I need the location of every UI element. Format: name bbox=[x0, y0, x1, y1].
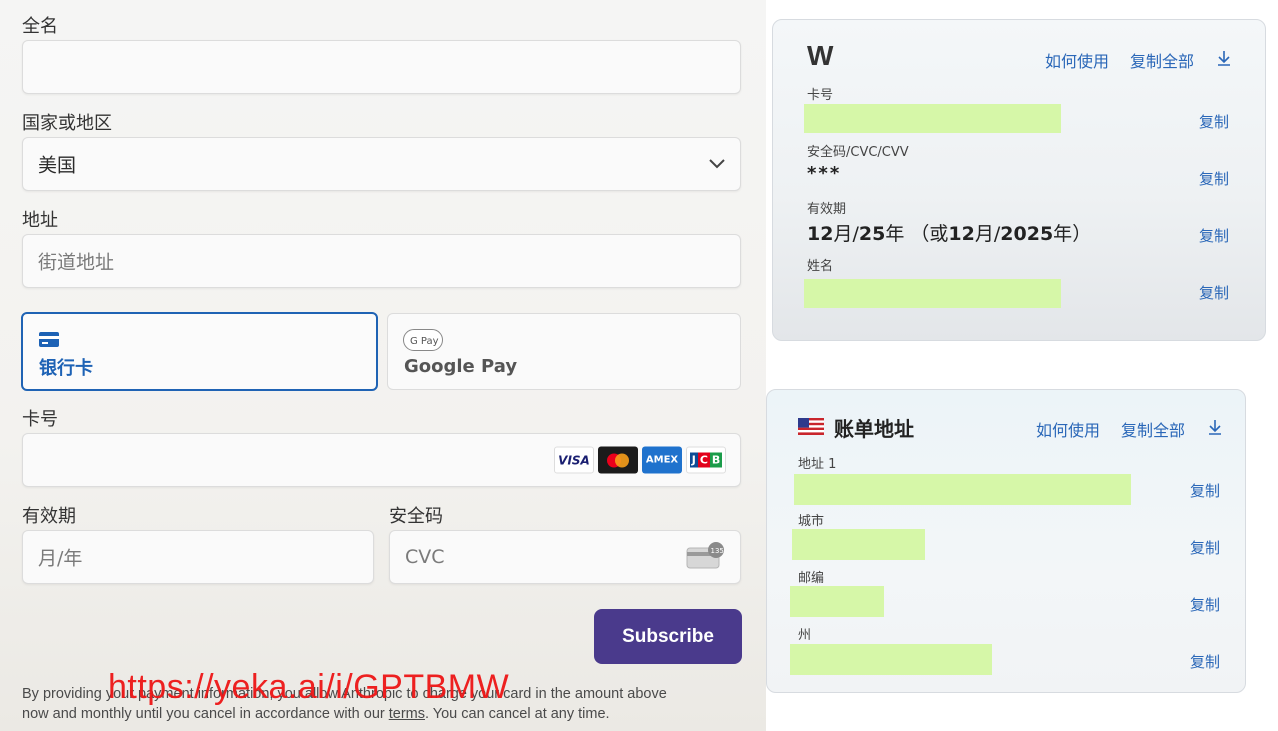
copy-all-button[interactable]: 复制全部 bbox=[1130, 48, 1194, 72]
checkout-form: 全名 国家或地区 美国 地址 街道地址 银行卡 G Pay Google Pay… bbox=[0, 0, 766, 731]
full-name-label: 全名 bbox=[22, 16, 58, 37]
copy-name-button[interactable]: 复制 bbox=[1199, 282, 1229, 303]
full-name-input[interactable] bbox=[22, 40, 741, 94]
amex-icon: AMEX bbox=[642, 446, 682, 474]
copy-expiry-button[interactable]: 复制 bbox=[1199, 225, 1229, 246]
legal-line-2: now and monthly until you cancel in acco… bbox=[22, 704, 752, 724]
billing-copy-all-button[interactable]: 复制全部 bbox=[1121, 417, 1185, 441]
billing-download-icon[interactable] bbox=[1208, 419, 1222, 435]
svg-text:G Pay: G Pay bbox=[410, 336, 439, 347]
zip-value bbox=[790, 586, 884, 617]
expiry-placeholder: 月/年 bbox=[38, 547, 83, 570]
chevron-down-icon bbox=[709, 159, 725, 169]
card-number-input[interactable]: VISA AMEX JCB bbox=[22, 433, 741, 487]
country-label: 国家或地区 bbox=[22, 113, 112, 134]
field-label-cvc: 安全码/CVC/CVV bbox=[807, 145, 909, 160]
google-pay-icon: G Pay bbox=[403, 329, 443, 351]
copy-state-button[interactable]: 复制 bbox=[1190, 651, 1220, 672]
address-label: 地址 bbox=[22, 210, 58, 231]
legal-line-2-post: . You can cancel at any time. bbox=[424, 706, 610, 722]
field-label-city: 城市 bbox=[798, 514, 825, 529]
card-icon bbox=[39, 332, 59, 347]
field-label-state: 州 bbox=[798, 628, 812, 643]
cvc-card-icon: 135 bbox=[686, 542, 724, 569]
copy-zip-button[interactable]: 复制 bbox=[1190, 594, 1220, 615]
terms-link[interactable]: terms bbox=[389, 706, 425, 722]
address-placeholder: 街道地址 bbox=[38, 251, 115, 274]
card-brands: VISA AMEX JCB bbox=[554, 446, 726, 474]
country-value: 美国 bbox=[38, 154, 77, 177]
tab-google-pay[interactable]: G Pay Google Pay bbox=[387, 313, 741, 390]
field-label-zip: 邮编 bbox=[798, 571, 825, 586]
us-flag-icon bbox=[798, 418, 824, 435]
download-icon[interactable] bbox=[1217, 50, 1231, 66]
cvc-value: *** bbox=[807, 163, 842, 184]
tab-google-pay-label: Google Pay bbox=[404, 356, 518, 377]
card-number-label: 卡号 bbox=[22, 409, 58, 430]
address-input[interactable]: 街道地址 bbox=[22, 234, 741, 288]
legal-line-2-pre: now and monthly until you cancel in acco… bbox=[22, 706, 389, 722]
field-label-name: 姓名 bbox=[807, 259, 834, 274]
cvc-label: 安全码 bbox=[389, 506, 443, 527]
copy-address1-button[interactable]: 复制 bbox=[1190, 480, 1220, 501]
tab-bank-card-label: 银行卡 bbox=[39, 358, 93, 379]
field-label-address1: 地址 1 bbox=[798, 457, 837, 472]
tab-bank-card[interactable]: 银行卡 bbox=[21, 312, 378, 391]
state-value bbox=[790, 644, 992, 675]
copy-card-number-button[interactable]: 复制 bbox=[1199, 111, 1229, 132]
how-to-use-link[interactable]: 如何使用 bbox=[1045, 48, 1109, 72]
cvc-placeholder: CVC bbox=[405, 546, 445, 568]
field-label-expiry: 有效期 bbox=[807, 202, 847, 217]
visa-icon: VISA bbox=[554, 446, 594, 474]
city-value bbox=[792, 529, 925, 560]
country-select[interactable]: 美国 bbox=[22, 137, 741, 191]
copy-cvc-button[interactable]: 复制 bbox=[1199, 168, 1229, 189]
watermark-url: https://yeka.ai/i/GPTBMW bbox=[108, 668, 510, 706]
billing-address-panel: 账单地址 如何使用 复制全部 地址 1 复制 城市 复制 邮编 复制 州 复制 bbox=[766, 389, 1246, 693]
field-label-card-number: 卡号 bbox=[807, 88, 834, 103]
card-info-panel: W 如何使用 复制全部 卡号 复制 安全码/CVC/CVV *** 复制 有效期… bbox=[772, 19, 1266, 341]
jcb-icon: JCB bbox=[686, 446, 726, 474]
copy-city-button[interactable]: 复制 bbox=[1190, 537, 1220, 558]
expiry-input[interactable]: 月/年 bbox=[22, 530, 374, 584]
billing-how-to-use-link[interactable]: 如何使用 bbox=[1036, 417, 1100, 441]
mastercard-icon bbox=[598, 446, 638, 474]
expiry-value: 12月/25年 （或12月/2025年） bbox=[807, 223, 1092, 245]
subscribe-button[interactable]: Subscribe bbox=[594, 609, 742, 664]
expiry-label: 有效期 bbox=[22, 506, 76, 527]
name-value bbox=[804, 279, 1061, 308]
address1-value bbox=[794, 474, 1131, 505]
card-number-value bbox=[804, 104, 1061, 133]
cvc-input[interactable]: CVC 135 bbox=[389, 530, 741, 584]
billing-title: 账单地址 bbox=[834, 417, 914, 441]
panel-logo: W bbox=[807, 40, 834, 71]
svg-text:135: 135 bbox=[711, 547, 724, 555]
